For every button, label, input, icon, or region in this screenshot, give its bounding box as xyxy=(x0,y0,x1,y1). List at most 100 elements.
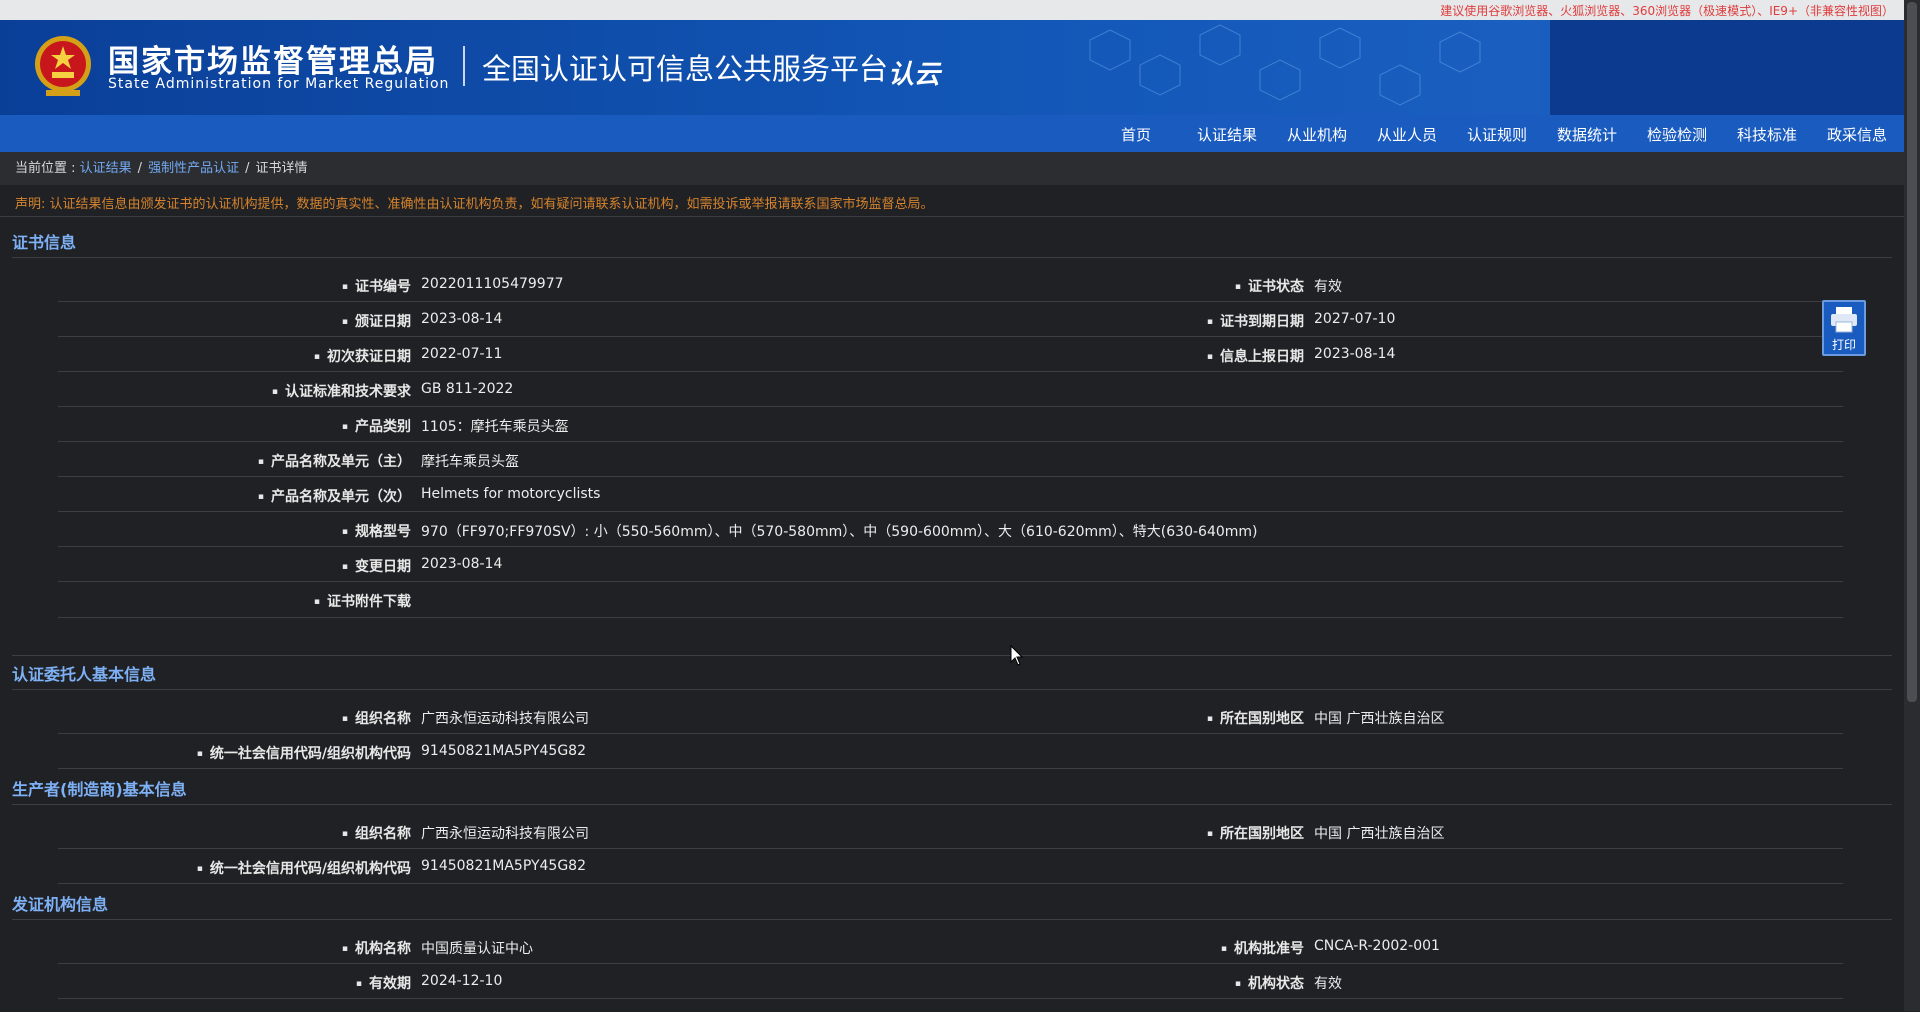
scrollbar-thumb[interactable] xyxy=(1907,2,1917,702)
breadcrumb-current: 证书详情 xyxy=(255,161,308,176)
section-title-issuer: 发证机构信息 xyxy=(12,895,109,914)
section-divider xyxy=(12,919,1892,920)
issuer-status-label: 机构状态 xyxy=(1235,973,1304,993)
breadcrumb-link-ccc[interactable]: 强制性产品认证 xyxy=(148,161,239,176)
issuer-name-value: 中国质量认证中心 xyxy=(421,941,533,957)
section-divider xyxy=(12,257,1892,258)
report-date-value: 2023-08-14 xyxy=(1314,346,1396,362)
issue-date-label: 颁证日期 xyxy=(342,311,411,331)
product-name-main-label: 产品名称及单元（主） xyxy=(258,451,411,471)
model-value: 970（FF970;FF970SV）: 小（550-560mm）、中（570-5… xyxy=(421,524,1258,540)
nav-tech-standards[interactable]: 科技标准 xyxy=(1737,124,1797,145)
row-divider xyxy=(58,883,1843,884)
hexagon-decoration xyxy=(1089,24,1481,106)
nav-personnel[interactable]: 从业人员 xyxy=(1377,124,1437,145)
issue-date-value: 2023-08-14 xyxy=(421,311,503,327)
issuer-validity-value: 2024-12-10 xyxy=(421,973,503,989)
manufacturer-org-value: 广西永恒运动科技有限公司 xyxy=(421,826,589,842)
applicant-region-label: 所在国别地区 xyxy=(1207,708,1304,728)
cert-status-label: 证书状态 xyxy=(1235,276,1304,296)
platform-title: 全国认证认可信息公共服务平台 xyxy=(482,52,889,86)
disclaimer-notice: 声明: 认证结果信息由颁发证书的认证机构提供，数据的真实性、准确性由认证机构负责… xyxy=(15,197,934,212)
breadcrumb-prefix: 当前位置 : xyxy=(15,161,80,176)
section-divider xyxy=(12,689,1892,690)
issuer-approval-value: CNCA-R-2002-001 xyxy=(1314,938,1440,954)
applicant-credit-code-label: 统一社会信用代码/组织机构代码 xyxy=(197,743,411,763)
section-title-manufacturer: 生产者(制造商)基本信息 xyxy=(12,780,187,799)
first-cert-date-value: 2022-07-11 xyxy=(421,346,503,362)
section-divider xyxy=(12,804,1892,805)
row-divider xyxy=(58,406,1843,407)
standard-value: GB 811-2022 xyxy=(421,381,514,397)
issuer-validity-label: 有效期 xyxy=(356,973,411,993)
header-right-panel xyxy=(1550,20,1904,115)
nav-home[interactable]: 首页 xyxy=(1121,124,1151,145)
first-cert-date-label: 初次获证日期 xyxy=(314,346,411,366)
section-title-applicant: 认证委托人基本信息 xyxy=(12,665,157,684)
nav-procurement[interactable]: 政采信息 xyxy=(1827,124,1887,145)
change-date-label: 变更日期 xyxy=(342,556,411,576)
nav-certification-rules[interactable]: 认证规则 xyxy=(1467,124,1527,145)
row-divider xyxy=(58,511,1843,512)
nav-institutions[interactable]: 从业机构 xyxy=(1287,124,1347,145)
applicant-org-value: 广西永恒运动科技有限公司 xyxy=(421,711,589,727)
mouse-cursor-icon xyxy=(1010,645,1024,666)
row-divider xyxy=(58,581,1843,582)
agency-name-cn: 国家市场监督管理总局 xyxy=(108,44,438,80)
site-header: 国家市场监督管理总局 State Administration for Mark… xyxy=(0,20,1904,115)
manufacturer-region-value: 中国 广西壮族自治区 xyxy=(1314,826,1445,842)
row-divider xyxy=(58,336,1843,337)
manufacturer-credit-code-label: 统一社会信用代码/组织机构代码 xyxy=(197,858,411,878)
cert-status-value: 有效 xyxy=(1314,279,1342,295)
applicant-org-label: 组织名称 xyxy=(342,708,411,728)
browser-recommendation-bar: 建议使用谷歌浏览器、火狐浏览器、360浏览器（极速模式）、IE9+（非兼容性视图… xyxy=(0,0,1904,20)
issuer-status-value: 有效 xyxy=(1314,976,1342,992)
nav-certification-results[interactable]: 认证结果 xyxy=(1197,124,1257,145)
row-divider xyxy=(58,617,1843,618)
product-name-main-value: 摩托车乘员头盔 xyxy=(421,454,519,470)
manufacturer-credit-code-value: 91450821MA5PY45G82 xyxy=(421,858,586,874)
print-label: 打印 xyxy=(1831,338,1856,352)
renyun-logo: 认云 xyxy=(888,60,941,90)
standard-label: 认证标准和技术要求 xyxy=(272,381,411,401)
product-category-label: 产品类别 xyxy=(342,416,411,436)
product-name-sub-label: 产品名称及单元（次） xyxy=(258,486,411,506)
product-name-sub-value: Helmets for motorcyclists xyxy=(421,486,601,502)
national-emblem-icon xyxy=(35,36,91,96)
change-date-value: 2023-08-14 xyxy=(421,556,503,572)
main-nav: 首页 认证结果 从业机构 从业人员 认证规则 数据统计 检验检测 科技标准 政采… xyxy=(0,115,1904,153)
row-divider xyxy=(58,963,1843,964)
cert-number-value: 2022011105479977 xyxy=(421,276,564,292)
nav-statistics[interactable]: 数据统计 xyxy=(1557,124,1617,145)
agency-name-en: State Administration for Market Regulati… xyxy=(108,76,450,92)
applicant-region-value: 中国 广西壮族自治区 xyxy=(1314,711,1445,727)
row-divider xyxy=(58,768,1843,769)
issuer-approval-label: 机构批准号 xyxy=(1221,938,1304,958)
section-divider xyxy=(12,655,1892,656)
applicant-credit-code-value: 91450821MA5PY45G82 xyxy=(421,743,586,759)
breadcrumb-separator: / xyxy=(137,161,143,176)
manufacturer-org-label: 组织名称 xyxy=(342,823,411,843)
nav-inspection-testing[interactable]: 检验检测 xyxy=(1647,124,1707,145)
manufacturer-region-label: 所在国别地区 xyxy=(1207,823,1304,843)
issuer-name-label: 机构名称 xyxy=(342,938,411,958)
row-divider xyxy=(58,733,1843,734)
certificate-detail-panel: 证书信息 证书编号 2022011105479977 证书状态 有效 颁证日期 … xyxy=(0,216,1904,1012)
breadcrumb-link-results[interactable]: 认证结果 xyxy=(80,161,132,176)
vertical-scrollbar[interactable] xyxy=(1904,0,1920,1011)
cert-number-label: 证书编号 xyxy=(342,276,411,296)
breadcrumb-separator: / xyxy=(245,161,250,176)
row-divider xyxy=(58,546,1843,547)
expiry-date-label: 证书到期日期 xyxy=(1207,311,1304,331)
browser-recommendation-text: 建议使用谷歌浏览器、火狐浏览器、360浏览器（极速模式）、IE9+（非兼容性视图… xyxy=(1440,4,1894,18)
row-divider xyxy=(58,371,1843,372)
attachment-download-label[interactable]: 证书附件下载 xyxy=(314,591,411,611)
breadcrumb: 当前位置 : 认证结果 / 强制性产品认证 / 证书详情 xyxy=(0,152,1904,185)
expiry-date-value: 2027-07-10 xyxy=(1314,311,1396,327)
row-divider xyxy=(58,848,1843,849)
printer-icon xyxy=(1831,307,1857,333)
section-title-certificate: 证书信息 xyxy=(12,233,77,252)
print-button[interactable]: 打印 xyxy=(1822,300,1866,356)
row-divider xyxy=(58,998,1843,999)
report-date-label: 信息上报日期 xyxy=(1207,346,1304,366)
